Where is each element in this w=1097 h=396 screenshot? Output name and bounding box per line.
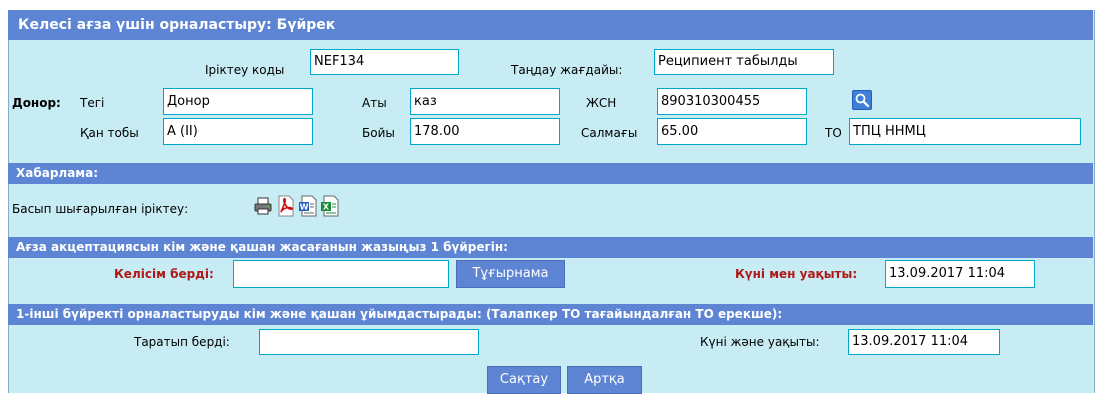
- distributed-field[interactable]: [259, 329, 479, 355]
- acceptance-section-header: Ағза акцептациясын кім және қашан жасаға…: [8, 237, 1093, 258]
- donor-height-field[interactable]: 178.00: [410, 118, 560, 145]
- donor-surname-field[interactable]: Донор: [163, 88, 313, 115]
- agreed-field[interactable]: [233, 260, 449, 288]
- donor-name-field[interactable]: каз: [410, 88, 560, 115]
- donor-weight-field[interactable]: 65.00: [657, 118, 807, 145]
- agreed-label: Келісім берді:: [114, 267, 214, 281]
- donor-blood-label: Қан тобы: [80, 126, 139, 140]
- donor-to-field[interactable]: ТПЦ ННМЦ: [849, 118, 1081, 145]
- donor-surname-label: Тегі: [80, 96, 105, 110]
- donor-name-label: Аты: [362, 96, 387, 110]
- donor-iin-field[interactable]: 890310300455: [657, 88, 807, 115]
- donor-iin-label: ЖСН: [586, 96, 617, 110]
- page-title: Келесі ағза үшін орналастыру: Бүйрек: [8, 10, 1093, 40]
- selection-status-field[interactable]: Реципиент табылды: [654, 49, 834, 75]
- donor-height-label: Бойы: [362, 126, 395, 140]
- selection-code-label: Іріктеу коды: [205, 63, 285, 77]
- message-section-header: Хабарлама:: [8, 163, 1093, 184]
- svg-text:X: X: [323, 203, 330, 212]
- excel-icon[interactable]: X: [320, 195, 340, 217]
- distribution-datetime-label: Күні және уақыты:: [700, 335, 820, 349]
- donor-to-label: ТО: [825, 126, 842, 140]
- donor-weight-label: Салмағы: [581, 126, 638, 140]
- distribution-datetime-field[interactable]: 13.09.2017 11:04: [848, 329, 1000, 355]
- donor-blood-field[interactable]: A (II): [163, 118, 313, 145]
- svg-text:W: W: [300, 203, 309, 212]
- search-icon[interactable]: [852, 90, 872, 110]
- selection-code-field[interactable]: NEF134: [310, 49, 459, 75]
- printer-icon[interactable]: [253, 196, 273, 216]
- acceptance-datetime-label: Күні мен уақыты:: [735, 267, 858, 281]
- distributed-label: Таратып берді:: [134, 335, 230, 349]
- distribution-section-header: 1-інші бүйректі орналастыруды кім және қ…: [8, 304, 1093, 325]
- printed-selection-label: Басып шығарылған іріктеу:: [12, 202, 189, 216]
- word-icon[interactable]: W: [298, 195, 318, 217]
- save-button[interactable]: Сақтау: [487, 366, 561, 394]
- confirm-button[interactable]: Тұғырнама: [456, 260, 565, 288]
- acceptance-datetime-field[interactable]: 13.09.2017 11:04: [885, 260, 1035, 288]
- selection-status-label: Таңдау жағдайы:: [511, 63, 623, 77]
- back-button[interactable]: Артқа: [567, 366, 642, 394]
- pdf-icon[interactable]: [276, 195, 296, 217]
- donor-label: Донор:: [12, 96, 61, 110]
